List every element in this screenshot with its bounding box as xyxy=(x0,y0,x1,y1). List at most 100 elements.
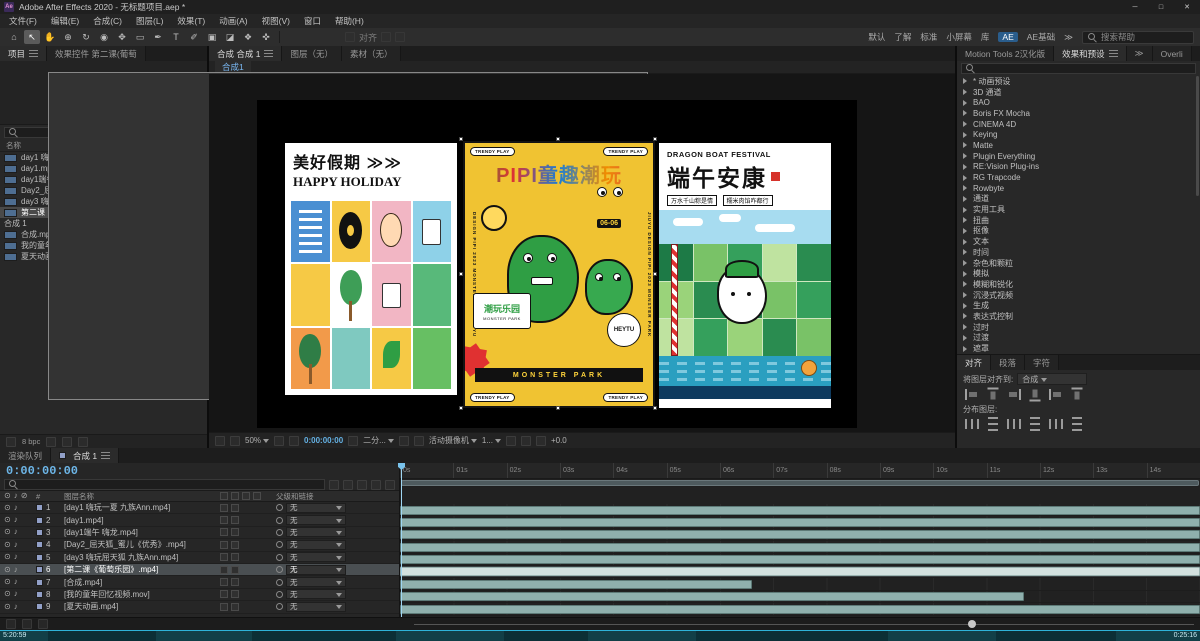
layer-track[interactable] xyxy=(400,578,1200,591)
disclosure-triangle-icon[interactable] xyxy=(963,238,970,245)
effect-category[interactable]: Boris FX Mocha xyxy=(957,108,1200,119)
pickwhip-icon[interactable] xyxy=(276,541,283,549)
time-ruler[interactable]: 0s 01s 02s 03s 04s 05s 06s 07s 08s 09s 1… xyxy=(400,463,1200,479)
graph-editor-icon[interactable] xyxy=(22,619,32,629)
effect-category[interactable]: * 动画预设 xyxy=(957,76,1200,87)
parent-dropdown[interactable]: 无 xyxy=(286,601,346,612)
parent-dropdown[interactable]: 无 xyxy=(286,515,346,526)
disclosure-triangle-icon[interactable] xyxy=(963,249,970,256)
layer-audio-icon[interactable]: ♪ xyxy=(14,553,18,561)
layer-track[interactable] xyxy=(400,516,1200,529)
disclosure-triangle-icon[interactable] xyxy=(963,131,970,138)
selection-handle[interactable] xyxy=(653,406,657,410)
layer-name[interactable]: [我的童年回忆视频.mov] xyxy=(64,589,220,600)
snap-checkbox-icon[interactable] xyxy=(345,32,355,42)
parent-dropdown[interactable]: 无 xyxy=(286,502,346,513)
frame-blend-icon[interactable] xyxy=(371,479,381,490)
layer-label-color[interactable] xyxy=(36,590,43,598)
disclosure-triangle-icon[interactable] xyxy=(963,174,970,181)
layer-visibility-icon[interactable]: ⊙ xyxy=(4,602,11,611)
eye-column-icon[interactable]: ⊙ xyxy=(4,492,11,500)
align-panel-tab[interactable]: 段落 xyxy=(991,355,1026,370)
disclosure-triangle-icon[interactable] xyxy=(963,185,970,192)
viewer-timecode[interactable]: 0:00:00:00 xyxy=(304,436,343,445)
effect-category[interactable]: 通道 xyxy=(957,194,1200,205)
menu-item[interactable]: 效果(T) xyxy=(170,14,212,28)
more-panels-chevron[interactable]: ≫ xyxy=(1126,46,1153,61)
layer-row[interactable]: ⊙ ♪ 1 [day1 嗨玩一夏 九族Ann.mp4] 无 xyxy=(0,502,399,515)
work-area[interactable] xyxy=(400,479,1200,487)
layer-quality-icon[interactable] xyxy=(220,528,228,537)
tool-icon[interactable]: ❖ xyxy=(240,30,256,44)
toggle-switches-icon[interactable] xyxy=(6,619,16,629)
panel-menu-icon[interactable] xyxy=(264,50,274,57)
layer-quality-icon[interactable] xyxy=(220,516,228,525)
layer-label-color[interactable] xyxy=(36,541,43,549)
layer-label-color[interactable] xyxy=(36,553,43,561)
tool-icon[interactable]: ⌂ xyxy=(6,30,22,44)
tab-timeline-comp[interactable]: 合成 1 xyxy=(51,448,120,463)
workspace-tab[interactable]: AE xyxy=(998,32,1018,42)
layer-visibility-icon[interactable]: ⊙ xyxy=(4,553,11,561)
layer-label-color[interactable] xyxy=(36,578,43,586)
distribute-v-center-icon[interactable] xyxy=(988,417,998,431)
minimize-button[interactable]: ─ xyxy=(1122,0,1148,14)
disclosure-triangle-icon[interactable] xyxy=(963,270,970,277)
layer-effects-icon[interactable] xyxy=(231,565,239,574)
selection-handle[interactable] xyxy=(459,272,463,276)
layer-quality-icon[interactable] xyxy=(220,565,228,574)
panel-menu-icon[interactable] xyxy=(29,50,39,57)
exposure-value[interactable]: +0.0 xyxy=(551,436,567,445)
effect-category[interactable]: BAO xyxy=(957,97,1200,108)
effect-category[interactable]: 遮罩 xyxy=(957,343,1200,354)
effect-category[interactable]: 模糊和锐化 xyxy=(957,279,1200,290)
layer-audio-icon[interactable]: ♪ xyxy=(14,516,18,524)
menu-item[interactable]: 窗口 xyxy=(297,14,328,28)
layer-effects-icon[interactable] xyxy=(231,602,239,611)
align-right-icon[interactable] xyxy=(1007,389,1021,400)
layer-visibility-icon[interactable]: ⊙ xyxy=(4,516,11,524)
distribute-top-icon[interactable] xyxy=(965,419,979,429)
layer-effects-icon[interactable] xyxy=(231,578,239,587)
align-h-center-icon[interactable] xyxy=(1049,389,1063,400)
effect-category[interactable]: 杂色和颗粒 xyxy=(957,258,1200,269)
preview-monitor-icon[interactable] xyxy=(215,435,225,446)
layer-track[interactable] xyxy=(400,565,1200,579)
layer-audio-icon[interactable]: ♪ xyxy=(14,602,18,611)
poster-happy-holiday[interactable]: 美好假期 ≫≫ HAPPY HOLIDAY xyxy=(285,143,457,395)
menu-item[interactable]: 文件(F) xyxy=(2,14,44,28)
distribute-left-icon[interactable] xyxy=(1030,417,1040,431)
layer-visibility-icon[interactable]: ⊙ xyxy=(4,540,11,549)
tab-render-queue[interactable]: 渲染队列 xyxy=(0,448,52,463)
tab-effects-presets[interactable]: 效果和预设 xyxy=(1054,46,1127,61)
tool-icon[interactable]: ✥ xyxy=(114,30,130,44)
layer-label-color[interactable] xyxy=(36,516,43,524)
draft3d-icon[interactable] xyxy=(343,479,353,490)
timeline-search-input[interactable] xyxy=(4,479,325,490)
layer-audio-icon[interactable]: ♪ xyxy=(14,565,18,574)
layer-track[interactable] xyxy=(400,541,1200,554)
layer-track[interactable] xyxy=(400,554,1200,566)
effect-category[interactable]: Matte xyxy=(957,140,1200,151)
timeline-zoom-slider[interactable] xyxy=(414,619,1194,628)
pickwhip-icon[interactable] xyxy=(276,603,283,611)
effect-category[interactable]: 抠像 xyxy=(957,226,1200,237)
project-item[interactable]: 合成 1 xyxy=(0,72,648,400)
layer-row[interactable]: ⊙ ♪ 6 [第二课《葡萄乐园》.mp4] 无 xyxy=(0,563,399,577)
switches-column-icon[interactable] xyxy=(253,492,261,500)
distribute-h-center-icon[interactable] xyxy=(1049,419,1063,429)
switches-column-icon[interactable] xyxy=(242,492,250,500)
layer-label-color[interactable] xyxy=(36,566,43,574)
parent-dropdown[interactable]: 无 xyxy=(286,589,346,600)
disclosure-triangle-icon[interactable] xyxy=(963,292,970,299)
parent-dropdown[interactable]: 无 xyxy=(286,577,346,588)
selection-handle[interactable] xyxy=(459,406,463,410)
effect-category[interactable]: Plugin Everything xyxy=(957,151,1200,162)
layer-audio-icon[interactable]: ♪ xyxy=(14,578,18,586)
disclosure-triangle-icon[interactable] xyxy=(963,302,970,309)
disclosure-triangle-icon[interactable] xyxy=(963,206,970,213)
new-folder-icon[interactable] xyxy=(46,436,57,447)
layer-track[interactable] xyxy=(400,603,1200,616)
layer-row[interactable]: ⊙ ♪ 5 [day3 嗨玩屈天狐 九族Ann.mp4] 无 xyxy=(0,552,399,564)
snap-option-icon[interactable] xyxy=(395,32,406,42)
